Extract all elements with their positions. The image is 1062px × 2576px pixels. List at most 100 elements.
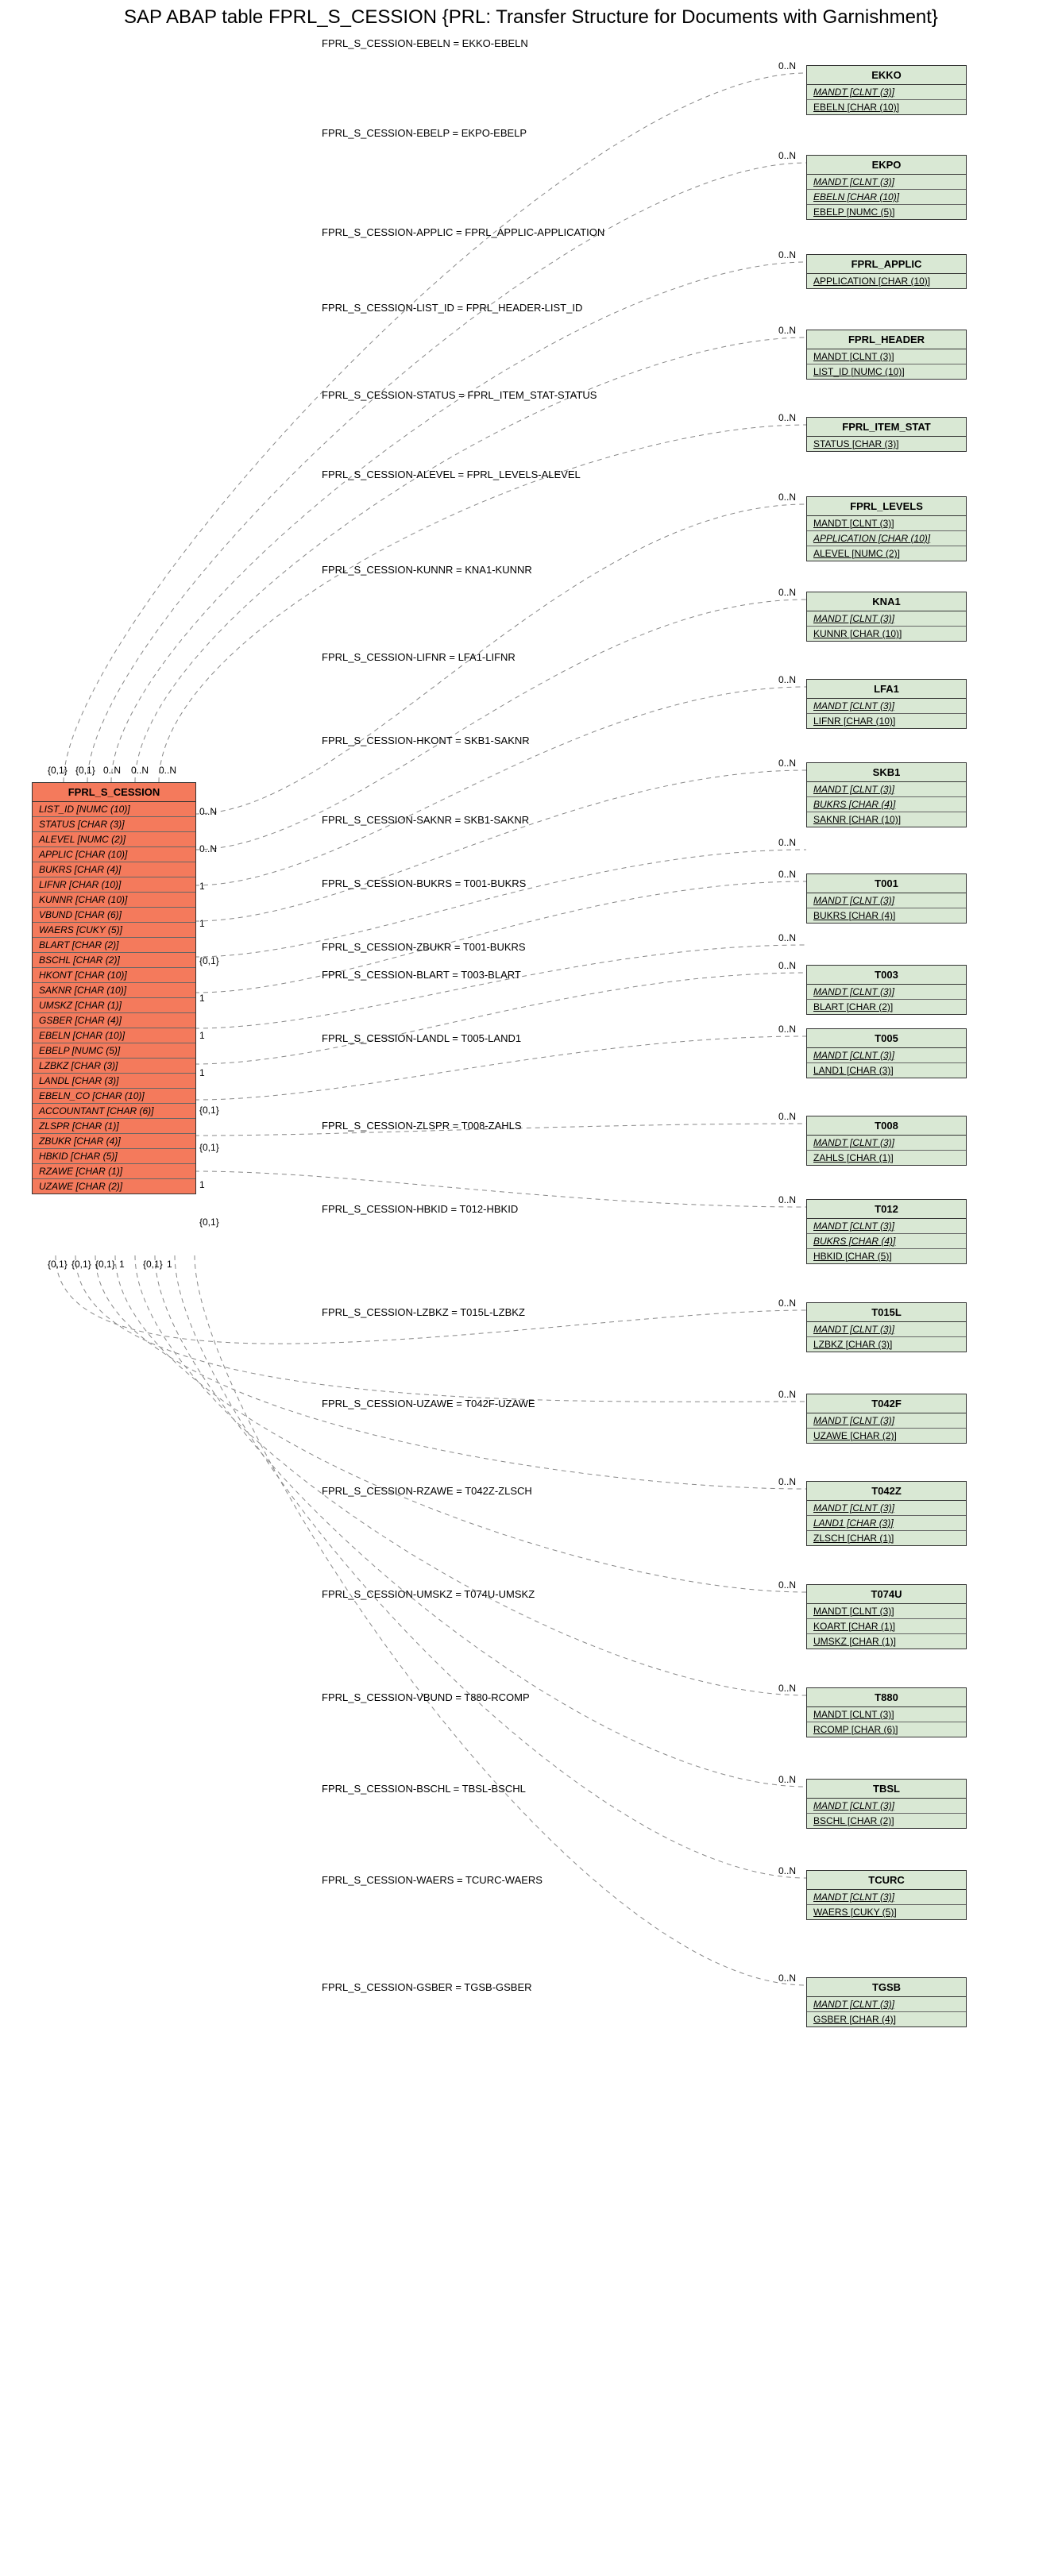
entity-target-field: SAKNR [CHAR (10)]: [807, 812, 966, 827]
join-label: FPRL_S_CESSION-VBUND = T880-RCOMP: [322, 1691, 530, 1703]
entity-target-field: LIFNR [CHAR (10)]: [807, 714, 966, 728]
cardinality-right: 0..N: [778, 1865, 796, 1876]
entity-main-field: VBUND [CHAR (6)]: [33, 908, 195, 923]
entity-target-title: KNA1: [807, 592, 966, 611]
entity-target: FPRL_APPLICAPPLICATION [CHAR (10)]: [806, 254, 967, 289]
entity-main-field: BSCHL [CHAR (2)]: [33, 953, 195, 968]
entity-target-field: ZLSCH [CHAR (1)]: [807, 1531, 966, 1545]
cardinality-right: 0..N: [778, 249, 796, 260]
entity-target-field: BSCHL [CHAR (2)]: [807, 1814, 966, 1828]
entity-target: T008MANDT [CLNT (3)]ZAHLS [CHAR (1)]: [806, 1116, 967, 1166]
entity-target: T042FMANDT [CLNT (3)]UZAWE [CHAR (2)]: [806, 1394, 967, 1444]
join-label: FPRL_S_CESSION-GSBER = TGSB-GSBER: [322, 1981, 532, 1993]
cardinality-right: 0..N: [778, 837, 796, 848]
entity-target-title: SKB1: [807, 763, 966, 782]
entity-target-field: MANDT [CLNT (3)]: [807, 1136, 966, 1151]
cardinality-right: 0..N: [778, 1024, 796, 1035]
entity-main-field: UZAWE [CHAR (2)]: [33, 1179, 195, 1194]
entity-target: FPRL_HEADERMANDT [CLNT (3)]LIST_ID [NUMC…: [806, 330, 967, 380]
cardinality-main-top: 0..N: [159, 765, 176, 776]
cardinality-main-bottom: {0,1}: [143, 1259, 163, 1270]
entity-main-title: FPRL_S_CESSION: [33, 783, 195, 802]
entity-target: T001MANDT [CLNT (3)]BUKRS [CHAR (4)]: [806, 873, 967, 924]
cardinality-right: 0..N: [778, 492, 796, 503]
entity-target-field: MANDT [CLNT (3)]: [807, 699, 966, 714]
join-label: FPRL_S_CESSION-ZLSPR = T008-ZAHLS: [322, 1120, 522, 1132]
entity-target: EKKOMANDT [CLNT (3)]EBELN [CHAR (10)]: [806, 65, 967, 115]
cardinality-main-bottom: {0,1}: [71, 1259, 91, 1270]
entity-target: LFA1MANDT [CLNT (3)]LIFNR [CHAR (10)]: [806, 679, 967, 729]
cardinality-main-right: {0,1}: [199, 1142, 219, 1153]
join-label: FPRL_S_CESSION-UMSKZ = T074U-UMSKZ: [322, 1588, 535, 1600]
entity-target: T003MANDT [CLNT (3)]BLART [CHAR (2)]: [806, 965, 967, 1015]
entity-target-field: MANDT [CLNT (3)]: [807, 893, 966, 908]
join-label: FPRL_S_CESSION-BLART = T003-BLART: [322, 969, 521, 981]
cardinality-right: 0..N: [778, 932, 796, 943]
entity-target-field: KUNNR [CHAR (10)]: [807, 627, 966, 641]
entity-target-field: HBKID [CHAR (5)]: [807, 1249, 966, 1263]
entity-target-field: MANDT [CLNT (3)]: [807, 1707, 966, 1722]
entity-target: T074UMANDT [CLNT (3)]KOART [CHAR (1)]UMS…: [806, 1584, 967, 1649]
cardinality-main-right: 1: [199, 918, 205, 929]
join-label: FPRL_S_CESSION-LZBKZ = T015L-LZBKZ: [322, 1306, 525, 1318]
entity-target: TBSLMANDT [CLNT (3)]BSCHL [CHAR (2)]: [806, 1779, 967, 1829]
entity-target-field: BLART [CHAR (2)]: [807, 1000, 966, 1014]
entity-target-field: UZAWE [CHAR (2)]: [807, 1429, 966, 1443]
entity-target-field: MANDT [CLNT (3)]: [807, 1048, 966, 1063]
entity-target-field: BUKRS [CHAR (4)]: [807, 908, 966, 923]
entity-target-field: MANDT [CLNT (3)]: [807, 175, 966, 190]
entity-target: FPRL_LEVELSMANDT [CLNT (3)]APPLICATION […: [806, 496, 967, 561]
entity-target-field: MANDT [CLNT (3)]: [807, 1604, 966, 1619]
entity-target-field: MANDT [CLNT (3)]: [807, 1997, 966, 2012]
entity-target-title: T042F: [807, 1394, 966, 1413]
cardinality-right: 0..N: [778, 1579, 796, 1591]
entity-target-title: T012: [807, 1200, 966, 1219]
entity-main-field: EBELP [NUMC (5)]: [33, 1043, 195, 1059]
entity-target-field: MANDT [CLNT (3)]: [807, 516, 966, 531]
cardinality-right: 0..N: [778, 1298, 796, 1309]
join-label: FPRL_S_CESSION-LIFNR = LFA1-LIFNR: [322, 651, 516, 663]
cardinality-right: 0..N: [778, 869, 796, 880]
entity-target-title: FPRL_LEVELS: [807, 497, 966, 516]
join-label: FPRL_S_CESSION-STATUS = FPRL_ITEM_STAT-S…: [322, 389, 597, 401]
entity-target-title: T074U: [807, 1585, 966, 1604]
entity-main: FPRL_S_CESSIONLIST_ID [NUMC (10)]STATUS …: [32, 782, 196, 1194]
entity-target-title: FPRL_HEADER: [807, 330, 966, 349]
join-label: FPRL_S_CESSION-ZBUKR = T001-BUKRS: [322, 941, 526, 953]
entity-target-title: T001: [807, 874, 966, 893]
join-label: FPRL_S_CESSION-LIST_ID = FPRL_HEADER-LIS…: [322, 302, 582, 314]
entity-target-field: LAND1 [CHAR (3)]: [807, 1063, 966, 1078]
join-label: FPRL_S_CESSION-EBELN = EKKO-EBELN: [322, 37, 528, 49]
entity-main-field: WAERS [CUKY (5)]: [33, 923, 195, 938]
entity-main-field: HBKID [CHAR (5)]: [33, 1149, 195, 1164]
cardinality-main-bottom: 1: [119, 1259, 125, 1270]
cardinality-right: 0..N: [778, 325, 796, 336]
entity-main-field: SAKNR [CHAR (10)]: [33, 983, 195, 998]
entity-target-field: MANDT [CLNT (3)]: [807, 349, 966, 364]
entity-main-field: LIST_ID [NUMC (10)]: [33, 802, 195, 817]
join-label: FPRL_S_CESSION-APPLIC = FPRL_APPLIC-APPL…: [322, 226, 604, 238]
join-label: FPRL_S_CESSION-EBELP = EKPO-EBELP: [322, 127, 527, 139]
entity-main-field: ZLSPR [CHAR (1)]: [33, 1119, 195, 1134]
cardinality-main-top: {0,1}: [75, 765, 95, 776]
entity-target-field: STATUS [CHAR (3)]: [807, 437, 966, 451]
entity-main-field: BLART [CHAR (2)]: [33, 938, 195, 953]
cardinality-right: 0..N: [778, 758, 796, 769]
entity-main-field: LANDL [CHAR (3)]: [33, 1074, 195, 1089]
entity-target-field: APPLICATION [CHAR (10)]: [807, 531, 966, 546]
entity-main-field: UMSKZ [CHAR (1)]: [33, 998, 195, 1013]
entity-target-title: EKKO: [807, 66, 966, 85]
join-label: FPRL_S_CESSION-HBKID = T012-HBKID: [322, 1203, 518, 1215]
entity-main-field: EBELN_CO [CHAR (10)]: [33, 1089, 195, 1104]
entity-target-title: FPRL_APPLIC: [807, 255, 966, 274]
entity-target-title: T005: [807, 1029, 966, 1048]
entity-main-field: BUKRS [CHAR (4)]: [33, 862, 195, 877]
cardinality-main-right: 1: [199, 993, 205, 1004]
entity-target-field: MANDT [CLNT (3)]: [807, 611, 966, 627]
cardinality-main-bottom: {0,1}: [48, 1259, 68, 1270]
cardinality-right: 0..N: [778, 1774, 796, 1785]
entity-target: T015LMANDT [CLNT (3)]LZBKZ [CHAR (3)]: [806, 1302, 967, 1352]
entity-main-field: HKONT [CHAR (10)]: [33, 968, 195, 983]
cardinality-main-bottom: {0,1}: [95, 1259, 115, 1270]
entity-target-field: MANDT [CLNT (3)]: [807, 1501, 966, 1516]
